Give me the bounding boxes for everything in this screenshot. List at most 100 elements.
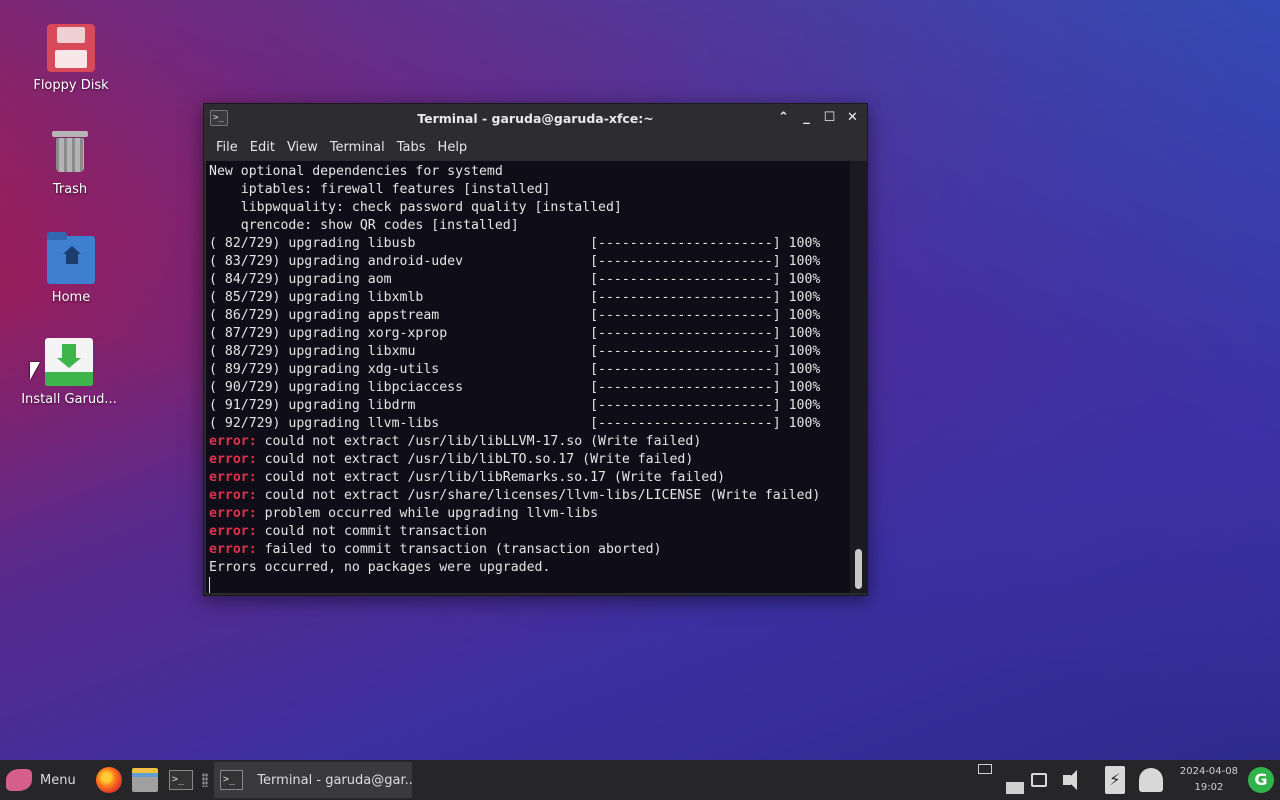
installer-icon	[45, 338, 93, 386]
error-prefix: error:	[209, 434, 257, 449]
line-text: ( 86/729) upgrading appstream [---------…	[209, 308, 821, 323]
terminal-line: ( 89/729) upgrading xdg-utils [---------…	[209, 361, 850, 379]
terminal-error-line: error: problem occurred while upgrading …	[209, 505, 850, 523]
close-button[interactable]: ✕	[844, 109, 861, 127]
firefox-icon	[96, 767, 122, 793]
separator-handle[interactable]	[202, 773, 208, 787]
terminal-line: ( 82/729) upgrading libusb [------------…	[209, 235, 850, 253]
terminal-error-line: error: could not extract /usr/lib/libLLV…	[209, 433, 850, 451]
workspace-switcher[interactable]	[976, 760, 1024, 800]
line-text: libpwquality: check password quality [in…	[209, 200, 622, 215]
line-text: ( 91/729) upgrading libdrm [------------…	[209, 398, 821, 413]
garuda-eagle-icon	[6, 769, 32, 791]
maximize-button[interactable]: ☐	[821, 109, 838, 127]
volume-icon[interactable]	[1061, 767, 1091, 793]
desktop-icon-label: Trash	[52, 182, 88, 197]
home-folder-icon	[47, 232, 95, 284]
task-button-label: Terminal - garuda@gar...	[257, 772, 412, 788]
line-text: ( 87/729) upgrading xorg-xprop [--------…	[209, 326, 821, 341]
terminal-error-line: error: could not commit transaction	[209, 523, 850, 541]
terminal-line: ( 92/729) upgrading llvm-libs [---------…	[209, 415, 850, 433]
line-text: ( 88/729) upgrading libxmu [------------…	[209, 344, 821, 359]
scrollbar-thumb[interactable]	[855, 549, 862, 589]
window-titlebar[interactable]: >_ Terminal - garuda@garuda-xfce:~ ⌃ _ ☐…	[204, 104, 867, 134]
network-icon[interactable]	[1030, 773, 1047, 787]
terminal-line: qrencode: show QR codes [installed]	[209, 217, 850, 235]
scrollbar[interactable]	[850, 161, 867, 593]
line-text: qrencode: show QR codes [installed]	[209, 218, 519, 233]
whisker-menu-button[interactable]: Menu	[6, 769, 90, 791]
clock-time: 19:02	[1194, 782, 1224, 793]
menu-file[interactable]: File	[210, 140, 244, 155]
line-text: New optional dependencies for systemd	[209, 164, 503, 179]
line-text: failed to commit transaction (transactio…	[256, 542, 662, 557]
terminal-output[interactable]: New optional dependencies for systemd ip…	[206, 161, 850, 593]
desktop-icon-label: Home	[51, 290, 91, 305]
line-text: ( 85/729) upgrading libxmlb [-----------…	[209, 290, 821, 305]
line-text: could not extract /usr/share/licenses/ll…	[256, 488, 821, 503]
menubar: File Edit View Terminal Tabs Help	[204, 134, 867, 160]
error-prefix: error:	[209, 524, 257, 539]
minimize-button[interactable]: _	[798, 109, 815, 127]
terminal-prompt-line[interactable]	[209, 577, 850, 593]
menu-edit[interactable]: Edit	[244, 140, 281, 155]
line-text: ( 84/729) upgrading aom [---------------…	[209, 272, 821, 287]
desktop-icon-home[interactable]: Home	[16, 232, 126, 305]
terminal-error-line: error: could not extract /usr/lib/libLTO…	[209, 451, 850, 469]
desktop-icon-label: Floppy Disk	[33, 78, 109, 93]
desktop-icon-floppy-disk[interactable]: Floppy Disk	[16, 24, 126, 93]
error-prefix: error:	[209, 506, 257, 521]
terminal-line: ( 86/729) upgrading appstream [---------…	[209, 307, 850, 325]
update-notifier-icon[interactable]: G	[1248, 767, 1274, 793]
desktop-icon-trash[interactable]: Trash	[15, 128, 125, 197]
terminal-error-line: error: failed to commit transaction (tra…	[209, 541, 850, 559]
line-text: Errors occurred, no packages were upgrad…	[209, 560, 551, 575]
line-text: ( 89/729) upgrading xdg-utils [---------…	[209, 362, 821, 377]
error-prefix: error:	[209, 542, 257, 557]
line-text: ( 82/729) upgrading libusb [------------…	[209, 236, 821, 251]
text-cursor	[209, 577, 210, 593]
terminal-icon: >_	[220, 770, 244, 790]
terminal-error-line: error: could not extract /usr/lib/libRem…	[209, 469, 850, 487]
menu-view[interactable]: View	[281, 140, 324, 155]
floppy-disk-icon	[47, 24, 95, 72]
window-title: Terminal - garuda@garuda-xfce:~	[417, 111, 654, 126]
battery-icon[interactable]: ⚡	[1104, 766, 1125, 794]
launcher-terminal[interactable]: >_	[164, 763, 198, 797]
line-text: could not extract /usr/lib/libLTO.so.17 …	[256, 452, 694, 467]
line-text: iptables: firewall features [installed]	[209, 182, 551, 197]
launcher-file-manager[interactable]	[128, 763, 162, 797]
line-text: could not commit transaction	[256, 524, 487, 539]
desktop-icon-label: Install Garud...	[21, 392, 117, 407]
terminal-line: libpwquality: check password quality [in…	[209, 199, 850, 217]
clock[interactable]: 2024-04-08 19:02	[1180, 764, 1238, 796]
keep-above-button[interactable]: ⌃	[775, 109, 792, 127]
line-text: ( 83/729) upgrading android-udev [------…	[209, 254, 821, 269]
notification-bell-icon[interactable]	[1138, 768, 1163, 792]
error-prefix: error:	[209, 470, 257, 485]
menu-help[interactable]: Help	[432, 140, 474, 155]
menu-tabs[interactable]: Tabs	[391, 140, 432, 155]
error-prefix: error:	[209, 452, 257, 467]
line-text: could not extract /usr/lib/libRemarks.so…	[256, 470, 726, 485]
line-text: problem occurred while upgrading llvm-li…	[256, 506, 599, 521]
terminal-icon: >_	[169, 770, 193, 790]
line-text: ( 90/729) upgrading libpciaccess [------…	[209, 380, 821, 395]
menu-terminal[interactable]: Terminal	[324, 140, 391, 155]
terminal-line: Errors occurred, no packages were upgrad…	[209, 559, 850, 577]
terminal-line: ( 88/729) upgrading libxmu [------------…	[209, 343, 850, 361]
terminal-line: ( 90/729) upgrading libpciaccess [------…	[209, 379, 850, 397]
task-button-terminal[interactable]: >_ Terminal - garuda@gar...	[214, 762, 412, 798]
clock-date: 2024-04-08	[1179, 766, 1238, 777]
terminal-window[interactable]: >_ Terminal - garuda@garuda-xfce:~ ⌃ _ ☐…	[203, 103, 868, 596]
launcher-firefox[interactable]	[92, 763, 126, 797]
terminal-line: ( 87/729) upgrading xorg-xprop [--------…	[209, 325, 850, 343]
mouse-cursor-icon	[30, 362, 40, 380]
line-text: could not extract /usr/lib/libLLVM-17.so…	[256, 434, 702, 449]
taskbar: Menu >_ >_ Terminal - garuda@gar... ⚡ 20…	[0, 760, 1280, 800]
file-manager-icon	[132, 768, 158, 792]
terminal-line: ( 85/729) upgrading libxmlb [-----------…	[209, 289, 850, 307]
line-text: ( 92/729) upgrading llvm-libs [---------…	[209, 416, 821, 431]
terminal-error-line: error: could not extract /usr/share/lice…	[209, 487, 850, 505]
terminal-line: New optional dependencies for systemd	[209, 163, 850, 181]
